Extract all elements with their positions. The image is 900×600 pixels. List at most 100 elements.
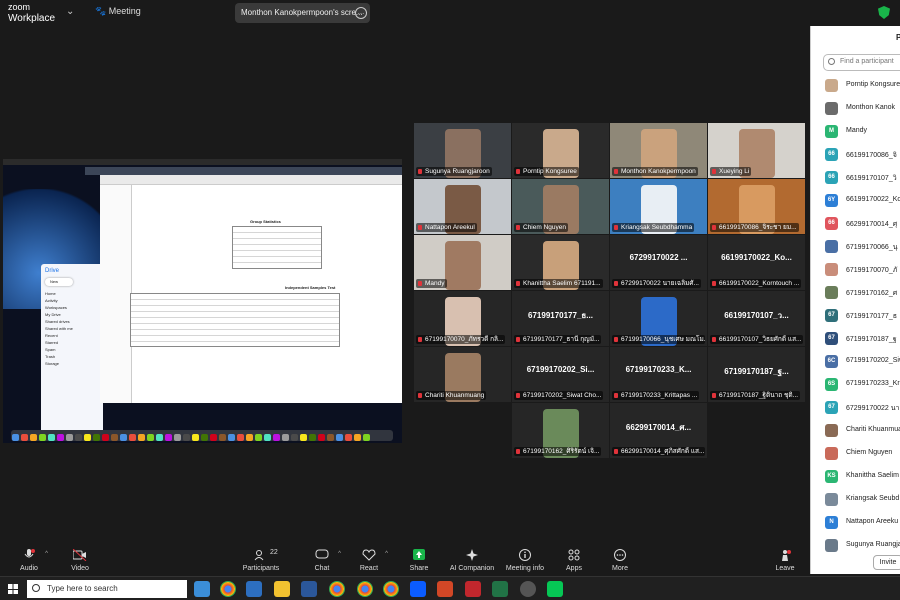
participant-row[interactable]: Sugunya Ruangja bbox=[825, 539, 900, 553]
video-tile[interactable]: Kriangsak Seubdhamma bbox=[610, 179, 707, 234]
participant-row[interactable]: M Mandy bbox=[825, 125, 900, 139]
participant-row[interactable]: Porntip Kongsure bbox=[825, 79, 900, 93]
encryption-shield-icon[interactable] bbox=[878, 6, 890, 19]
chevron-down-icon[interactable]: ⌄ bbox=[66, 6, 74, 17]
video-tile[interactable]: Mandy bbox=[414, 235, 511, 290]
chrome-profile-3-icon[interactable] bbox=[383, 581, 399, 597]
more-options-icon[interactable]: … bbox=[355, 7, 367, 19]
tile-name-label: Monthon Kanokpermpoon bbox=[612, 167, 698, 176]
taskbar-search-input[interactable]: Type here to search bbox=[27, 580, 187, 598]
react-button[interactable]: ^ React bbox=[344, 546, 394, 574]
participant-row[interactable]: 66 66299170014_ศุ bbox=[825, 217, 900, 231]
zoom-icon[interactable] bbox=[410, 581, 426, 597]
participant-row[interactable]: 67199170162_ศ bbox=[825, 286, 900, 300]
video-tile[interactable]: 67199170070_ภัทรวดี กลิ... bbox=[414, 291, 511, 346]
video-tile[interactable]: Chiem Nguyen bbox=[512, 179, 609, 234]
chrome-profile-2-icon[interactable] bbox=[357, 581, 373, 597]
participant-row[interactable]: Chiem Nguyen bbox=[825, 447, 900, 461]
dock-app-icon bbox=[111, 434, 118, 441]
participant-row[interactable]: 67199170066_นุ bbox=[825, 240, 900, 254]
tile-name-label: Chiem Nguyen bbox=[514, 223, 568, 232]
line-app-icon[interactable] bbox=[547, 581, 563, 597]
avatar bbox=[825, 539, 838, 552]
video-tile[interactable]: Chariti Khuanmuang bbox=[414, 347, 511, 402]
video-tile[interactable]: Sugunya Ruangjaroon bbox=[414, 123, 511, 178]
video-tile[interactable]: 66299170014_ศ... 66299170014_ศุภิสศักดิ์ … bbox=[610, 403, 707, 458]
dock-app-icon bbox=[273, 434, 280, 441]
participant-row[interactable]: Monthon Kanok bbox=[825, 102, 900, 116]
muted-mic-icon bbox=[614, 337, 618, 342]
participant-row[interactable]: 66 66199170086_จิ bbox=[825, 148, 900, 162]
video-tile[interactable]: 66199170107_ว... 66199170107_วิธยศักดิ์ แ… bbox=[708, 291, 805, 346]
video-tile[interactable]: 67299170022 ... 67299170022 นายเฉลิมศั... bbox=[610, 235, 707, 290]
drive-nav-list: Home Activity Workspaces My Drive Shared dri… bbox=[45, 290, 99, 367]
drive-nav-item: Shared drives bbox=[45, 319, 70, 324]
shop-icon[interactable] bbox=[246, 581, 262, 597]
zoom-workplace-logo[interactable]: zoom Workplace bbox=[8, 2, 55, 24]
apps-icon bbox=[568, 549, 580, 561]
avatar bbox=[825, 424, 838, 437]
dock-app-icon bbox=[147, 434, 154, 441]
dock-app-icon bbox=[255, 434, 262, 441]
video-tile[interactable]: Xueying Li bbox=[708, 123, 805, 178]
apps-button[interactable]: Apps bbox=[549, 546, 599, 574]
participant-search-input[interactable]: Find a participant bbox=[823, 54, 900, 71]
paw-icon: 🐾 bbox=[95, 6, 107, 16]
edge-icon[interactable] bbox=[194, 581, 210, 597]
muted-mic-icon bbox=[712, 337, 716, 342]
participant-row[interactable]: 67 67199170187_ฐ bbox=[825, 332, 900, 346]
shared-screen-tab[interactable]: Monthon Kanokpermpoon's scre... … bbox=[235, 3, 370, 23]
participant-row[interactable]: 66 66199170107_วิ bbox=[825, 171, 900, 185]
video-button[interactable]: Video bbox=[55, 546, 105, 574]
participant-row[interactable]: Chariti Khuanmua bbox=[825, 424, 900, 438]
chat-button[interactable]: ^ Chat bbox=[297, 546, 347, 574]
settings-gear-icon[interactable] bbox=[520, 581, 536, 597]
windows-start-icon[interactable] bbox=[8, 584, 18, 594]
invite-button[interactable]: Invite bbox=[873, 555, 900, 570]
meeting-tab[interactable]: 🐾 Meeting bbox=[95, 6, 141, 17]
meeting-info-button[interactable]: Meeting info bbox=[500, 546, 550, 574]
participant-name: 67299170022 นา bbox=[846, 405, 900, 412]
chrome-icon[interactable] bbox=[220, 581, 236, 597]
video-tile[interactable]: 67199170162_ศิริรัตน์ เจิ... bbox=[512, 403, 609, 458]
participant-row[interactable]: 6S 67199170233_Kri bbox=[825, 378, 900, 392]
participant-row[interactable]: 67 67199170177_ธ bbox=[825, 309, 900, 323]
excel-icon[interactable] bbox=[492, 581, 508, 597]
video-tile[interactable]: Nattapon Areekul bbox=[414, 179, 511, 234]
dock-app-icon bbox=[327, 434, 334, 441]
participants-button[interactable]: 22 Participants bbox=[236, 546, 286, 574]
pdf-reader-icon[interactable] bbox=[465, 581, 481, 597]
participant-row[interactable]: KS Khanittha Saelim bbox=[825, 470, 900, 484]
muted-mic-icon bbox=[516, 225, 520, 230]
more-button[interactable]: More bbox=[595, 546, 645, 574]
participant-row[interactable]: 6Y 66199170022_Kor bbox=[825, 194, 900, 208]
tile-name-label: 66199170022_Korntouch ... bbox=[710, 279, 802, 288]
video-tile[interactable]: 66199170086_จิระชา ยม... bbox=[708, 179, 805, 234]
ai-companion-button[interactable]: AI Companion bbox=[447, 546, 497, 574]
participant-row[interactable]: 67 67299170022 นา bbox=[825, 401, 900, 415]
video-tile[interactable]: 67199170187_ฐ... 67199170187_ฐิตินาถ ชุติ… bbox=[708, 347, 805, 402]
audio-caret-icon[interactable]: ^ bbox=[45, 551, 48, 557]
powerpoint-icon[interactable] bbox=[437, 581, 453, 597]
video-tile[interactable]: Monthon Kanokpermpoon bbox=[610, 123, 707, 178]
video-tile[interactable]: 66199170022_Ko... 66199170022_Korntouch .… bbox=[708, 235, 805, 290]
video-tile[interactable]: 67199170066_นุชเศษ มณโม... bbox=[610, 291, 707, 346]
audio-button[interactable]: ^ Audio bbox=[4, 546, 54, 574]
video-tile[interactable]: Porntip Kongsuree bbox=[512, 123, 609, 178]
video-tile[interactable]: 67199170202_Si... 67199170202_Siwat Cho..… bbox=[512, 347, 609, 402]
participant-row[interactable]: 6C 67199170202_Siw bbox=[825, 355, 900, 369]
participant-row[interactable]: 67199170070_ภั bbox=[825, 263, 900, 277]
participant-row[interactable]: Kriangsak Seubd bbox=[825, 493, 900, 507]
drive-nav-item: Storage bbox=[45, 361, 60, 366]
chrome-profile-icon[interactable] bbox=[329, 581, 345, 597]
participant-row[interactable]: N Nattapon Areeku bbox=[825, 516, 900, 530]
share-button[interactable]: Share bbox=[394, 546, 444, 574]
file-explorer-icon[interactable] bbox=[274, 581, 290, 597]
leave-button[interactable]: Leave bbox=[760, 546, 810, 574]
react-caret-icon[interactable]: ^ bbox=[385, 551, 388, 557]
word-icon[interactable] bbox=[301, 581, 317, 597]
video-tile[interactable]: 67199170177_ธ... 67199170177_ธานี กุญมั..… bbox=[512, 291, 609, 346]
video-tile[interactable]: Khanittha Saelim 671191... bbox=[512, 235, 609, 290]
chat-caret-icon[interactable]: ^ bbox=[338, 551, 341, 557]
video-tile[interactable]: 67199170233_K... 67199170233_Krittapas ..… bbox=[610, 347, 707, 402]
